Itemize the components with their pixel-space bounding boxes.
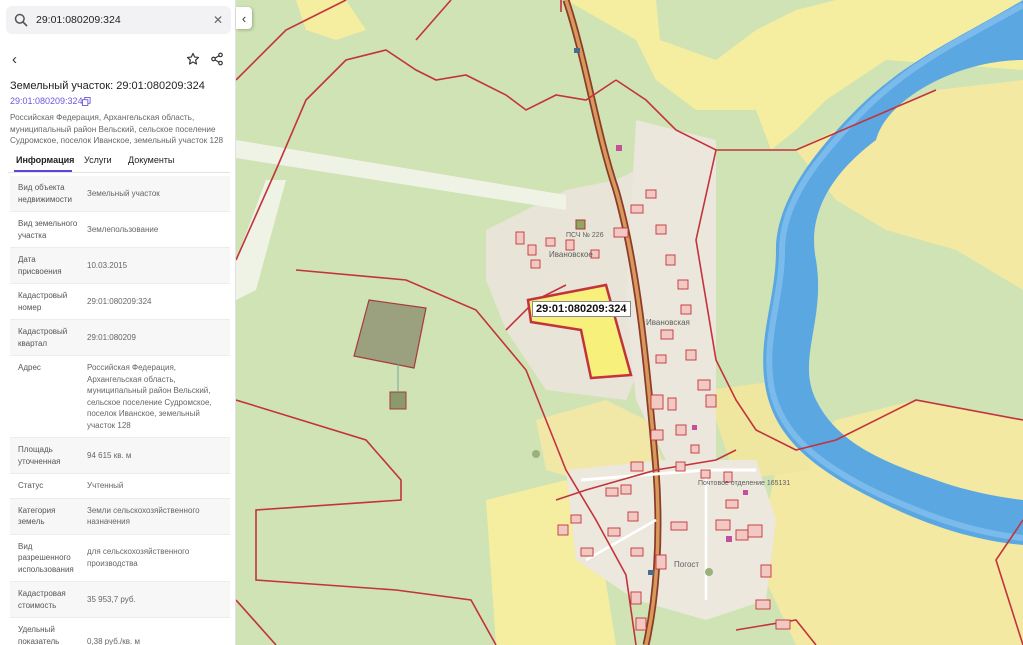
row-value: Земли сельскохозяйственного назначения — [87, 505, 200, 527]
collapse-panel-button[interactable]: ‹ — [236, 7, 252, 29]
row-value: Земельный участок — [87, 188, 160, 198]
tab-documents[interactable]: Документы — [128, 155, 174, 165]
star-icon[interactable] — [186, 52, 200, 66]
table-row: Вид разрешенного использования для сельск… — [10, 535, 230, 582]
selected-parcel-label[interactable]: 29:01:080209:324 — [532, 301, 631, 317]
row-key: Адрес — [18, 363, 41, 372]
row-value: 0,38 руб./кв. м — [87, 636, 140, 645]
search-input[interactable] — [36, 14, 213, 26]
table-row: Вид земельного участка Землепользование — [10, 212, 230, 248]
map-label-ivanovskoe: Ивановское — [549, 250, 593, 259]
row-value: Российская Федерация, Архангельская обла… — [87, 363, 212, 430]
table-row: Дата присвоения 10.03.2015 — [10, 248, 230, 284]
map-canvas[interactable] — [236, 0, 1023, 645]
search-bar: ✕ — [6, 6, 231, 34]
tab-bar: Информация Услуги Документы — [8, 153, 230, 173]
table-row: Кадастровый номер 29:01:080209:324 — [10, 284, 230, 320]
table-row: Адрес Российская Федерация, Архангельская… — [10, 356, 230, 438]
row-value: для сельскохозяйственного производства — [87, 547, 190, 568]
row-key: Кадастровая стоимость — [18, 589, 66, 610]
copy-icon[interactable] — [82, 97, 91, 106]
row-key: Кадастровый квартал — [18, 327, 68, 348]
chevron-left-icon: ‹ — [241, 10, 247, 26]
table-row: Статус Учтенный — [10, 474, 230, 499]
map-label-ptu: Почтовое отделение 165131 — [698, 480, 791, 487]
table-row: Категория земель Земли сельскохозяйственн… — [10, 498, 230, 535]
row-value: 35 953,7 руб. — [87, 594, 136, 604]
active-tab-indicator — [14, 170, 72, 172]
parcel-title: Земельный участок: 29:01:080209:324 — [10, 80, 205, 92]
close-icon[interactable]: ✕ — [213, 13, 223, 27]
map-view[interactable]: Ивановское Ивановская Погост ПСЧ № 226 П… — [236, 0, 1023, 645]
map-label-ivanovskaya: Ивановская — [646, 318, 690, 327]
row-key: Статус — [18, 481, 44, 490]
row-key: Кадастровый номер — [18, 291, 68, 312]
tab-info[interactable]: Информация — [16, 155, 74, 165]
back-icon[interactable]: ‹ — [12, 51, 17, 68]
row-key: Вид объекта недвижимости — [18, 183, 72, 204]
row-key: Площадь уточненная — [18, 445, 61, 466]
cadastral-number-link[interactable]: 29:01:080209:324 — [10, 96, 83, 106]
info-table: Вид объекта недвижимости Земельный участо… — [10, 176, 230, 645]
row-value: 94 615 кв. м — [87, 450, 132, 460]
app: Ивановское Ивановская Погост ПСЧ № 226 П… — [0, 0, 1023, 645]
row-key: Вид земельного участка — [18, 219, 78, 240]
row-key: Удельный показатель кадастровой — [18, 625, 60, 645]
table-row: Кадастровая стоимость 35 953,7 руб. — [10, 582, 230, 618]
row-key: Категория земель — [18, 505, 56, 527]
parcel-address: Российская Федерация, Архангельская обла… — [10, 113, 224, 145]
row-value: Учтенный — [87, 481, 124, 490]
row-key: Вид разрешенного использования — [18, 541, 74, 574]
share-icon[interactable] — [210, 52, 224, 66]
table-row: Удельный показатель кадастровой 0,38 руб.… — [10, 618, 230, 645]
table-row: Кадастровый квартал 29:01:080209 — [10, 320, 230, 356]
row-value: 29:01:080209 — [87, 332, 136, 342]
map-label-pogost: Погост — [674, 560, 700, 569]
row-key: Дата присвоения — [18, 255, 62, 276]
row-value: 10.03.2015 — [87, 260, 128, 270]
table-row: Площадь уточненная 94 615 кв. м — [10, 438, 230, 474]
table-row: Вид объекта недвижимости Земельный участо… — [10, 176, 230, 212]
tab-services[interactable]: Услуги — [84, 155, 112, 165]
card-header: ‹ — [8, 50, 228, 70]
row-value: 29:01:080209:324 — [87, 296, 152, 306]
row-value: Землепользование — [87, 224, 159, 234]
info-panel: ✕ ‹ Земельный участок: 29:01:080209:324 … — [0, 0, 236, 645]
search-icon — [14, 13, 28, 27]
map-label-psch: ПСЧ № 226 — [566, 232, 604, 239]
